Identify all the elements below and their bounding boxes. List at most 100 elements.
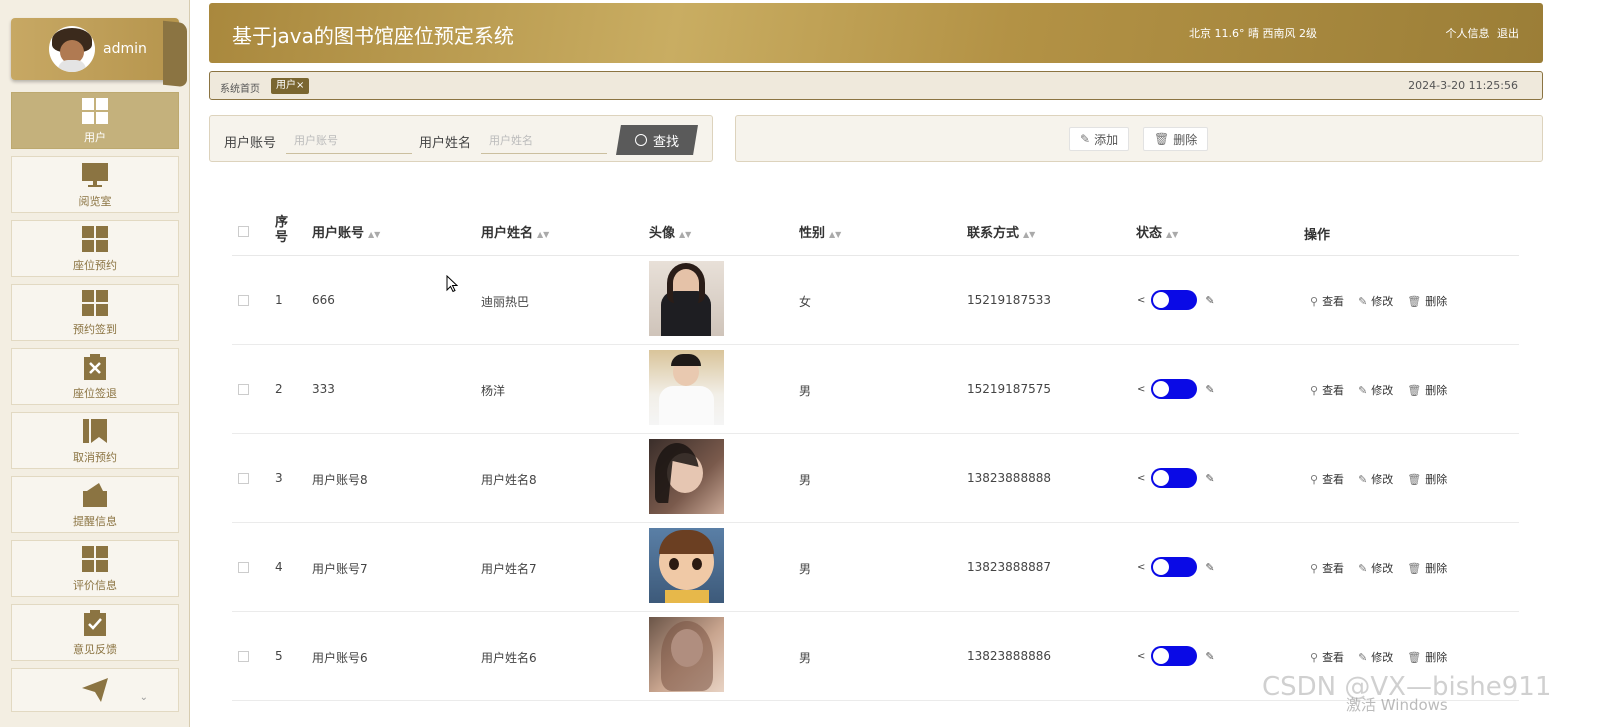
cell-account: 666 [312, 293, 335, 307]
sidebar-item-seat-booking[interactable]: 座位预约 [11, 220, 179, 277]
sidebar-item-cancel-booking[interactable]: 取消预约 [11, 412, 179, 469]
sidebar-item-label: 座位预约 [73, 258, 117, 272]
share-icon: < [1137, 294, 1146, 306]
row-checkbox[interactable] [238, 651, 249, 662]
view-button[interactable]: ⚲ 查看 [1310, 293, 1344, 309]
find-button[interactable]: 查找 [616, 125, 698, 155]
row-delete-button[interactable]: 🗑 删除 [1407, 471, 1447, 487]
sidebar-item-checkin[interactable]: 预约签到 [11, 284, 179, 341]
col-gender[interactable]: 性别 ▲▼ [799, 222, 841, 241]
cell-index: 4 [275, 560, 283, 574]
row-checkbox[interactable] [238, 295, 249, 306]
cell-gender: 男 [799, 651, 812, 665]
view-label: 查看 [1322, 651, 1345, 664]
row-checkbox[interactable] [238, 473, 249, 484]
col-account[interactable]: 用户账号 ▲▼ [312, 222, 380, 241]
status-toggle[interactable] [1151, 557, 1198, 577]
row-delete-button[interactable]: 🗑 删除 [1407, 293, 1447, 309]
cell-account: 333 [312, 382, 335, 396]
logout-link[interactable]: 退出 [1497, 27, 1519, 40]
table-header: 序号 用户账号 ▲▼ 用户姓名 ▲▼ 头像 ▲▼ 性别 ▲▼ 联系方式 ▲▼ 状态 ▲▼ 操… [232, 205, 1519, 256]
pencil-icon: ✎ [1358, 472, 1368, 486]
col-phone-label: 联系方式 [967, 226, 1020, 241]
row-delete-button[interactable]: 🗑 删除 [1407, 649, 1447, 665]
status-control: < ✎ [1137, 379, 1215, 399]
sort-icon: ▲▼ [679, 230, 692, 239]
edit-button[interactable]: ✎ 修改 [1358, 560, 1393, 576]
sort-icon: ▲▼ [537, 230, 550, 239]
view-label: 查看 [1322, 473, 1345, 486]
sidebar-item-reminders[interactable]: 提醒信息 [11, 476, 179, 533]
cell-name: 迪丽热巴 [481, 295, 530, 309]
breadcrumb: 系统首页 用户× 2024-3-20 11:25:56 [209, 71, 1543, 100]
row-delete-button[interactable]: 🗑 删除 [1407, 560, 1447, 576]
avatar-photo[interactable] [649, 528, 724, 603]
share-icon: < [1137, 383, 1146, 395]
avatar-photo[interactable] [649, 617, 724, 692]
edit-button[interactable]: ✎ 修改 [1358, 471, 1393, 487]
row-delete-button[interactable]: 🗑 删除 [1407, 382, 1447, 398]
cell-name: 用户姓名6 [481, 651, 537, 665]
sidebar-item-users[interactable]: 用户 [11, 92, 179, 149]
profile-card[interactable]: admin [11, 18, 187, 88]
status-control: < ✎ [1137, 290, 1215, 310]
top-header: 基于java的图书馆座位预定系统 北京 11.6° 晴 西南风 2级 个人信息 … [209, 3, 1543, 63]
windows-activation-watermark: 激活 Windows [1346, 696, 1448, 714]
avatar-photo[interactable] [649, 350, 724, 425]
delete-button[interactable]: 🗑 删除 [1143, 127, 1209, 151]
search-icon: ⚲ [1310, 383, 1319, 397]
status-toggle[interactable] [1151, 646, 1198, 666]
add-button[interactable]: ✎ 添加 [1069, 127, 1130, 151]
sidebar-item-more[interactable]: ⌄ [11, 668, 179, 712]
col-name[interactable]: 用户姓名 ▲▼ [481, 222, 549, 241]
cell-name: 用户姓名7 [481, 562, 537, 576]
view-button[interactable]: ⚲ 查看 [1310, 560, 1344, 576]
sidebar-item-reviews[interactable]: 评价信息 [11, 540, 179, 597]
avatar-photo[interactable] [649, 261, 724, 336]
bookmark-icon [83, 418, 107, 443]
cell-account: 用户账号6 [312, 651, 368, 665]
view-button[interactable]: ⚲ 查看 [1310, 382, 1344, 398]
sidebar-item-feedback[interactable]: 意见反馈 [11, 604, 179, 661]
status-control: < ✎ [1137, 468, 1215, 488]
pencil-icon: ✎ [1205, 649, 1215, 663]
pencil-icon: ✎ [1358, 383, 1368, 397]
status-toggle[interactable] [1151, 379, 1198, 399]
sidebar-item-reading-room[interactable]: 阅览室 [11, 156, 179, 213]
tab-users[interactable]: 用户× [271, 78, 310, 94]
avatar-photo[interactable] [649, 439, 724, 514]
col-phone[interactable]: 联系方式 ▲▼ [967, 222, 1035, 241]
row-checkbox[interactable] [238, 562, 249, 573]
name-search-input[interactable] [481, 128, 607, 154]
edit-label: 修改 [1371, 651, 1394, 664]
sidebar-nav: 用户 阅览室 座位预约 预约签到 座位签退 取消预约 提醒信息 评价信息 意见反… [11, 92, 179, 719]
edit-label: 修改 [1371, 562, 1394, 575]
delete-label: 删除 [1425, 562, 1448, 575]
edit-button[interactable]: ✎ 修改 [1358, 293, 1393, 309]
user-links: 个人信息 退出 [1442, 25, 1520, 41]
sidebar-item-label: 取消预约 [73, 450, 117, 464]
col-avatar[interactable]: 头像 ▲▼ [649, 222, 691, 241]
grid-icon [82, 289, 108, 316]
edit-button[interactable]: ✎ 修改 [1358, 649, 1393, 665]
share-icon: < [1137, 561, 1146, 573]
select-all-checkbox[interactable] [238, 226, 249, 237]
col-status[interactable]: 状态 ▲▼ [1136, 222, 1178, 241]
account-search-input[interactable] [286, 128, 412, 154]
sidebar-item-checkout[interactable]: 座位签退 [11, 348, 179, 405]
view-button[interactable]: ⚲ 查看 [1310, 471, 1344, 487]
view-button[interactable]: ⚲ 查看 [1310, 649, 1344, 665]
sort-icon: ▲▼ [829, 230, 842, 239]
add-button-label: 添加 [1094, 132, 1119, 147]
avatar [49, 26, 95, 72]
profile-link[interactable]: 个人信息 [1446, 27, 1490, 40]
trash-icon: 🗑 [1407, 472, 1422, 486]
row-checkbox[interactable] [238, 384, 249, 395]
status-toggle[interactable] [1151, 290, 1198, 310]
breadcrumb-home[interactable]: 系统首页 [220, 80, 260, 95]
view-label: 查看 [1322, 295, 1345, 308]
status-toggle[interactable] [1151, 468, 1198, 488]
chevron-down-icon: ⌄ [139, 692, 148, 703]
edit-button[interactable]: ✎ 修改 [1358, 382, 1393, 398]
row-actions: ⚲ 查看 ✎ 修改 🗑 删除 [1310, 471, 1461, 487]
